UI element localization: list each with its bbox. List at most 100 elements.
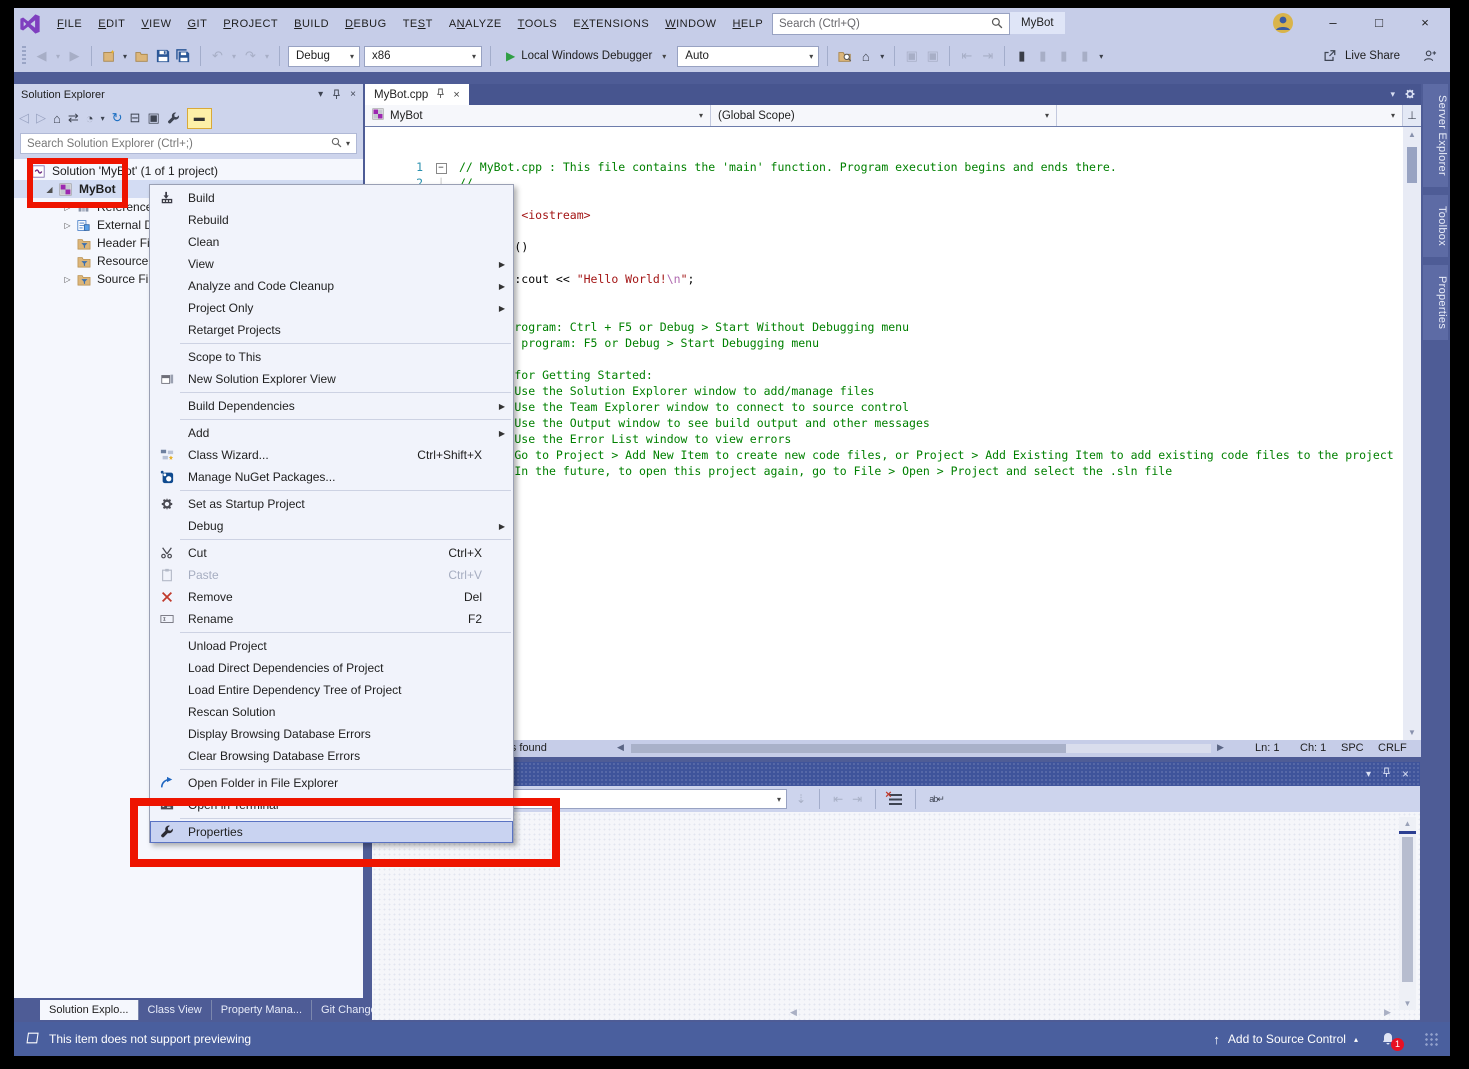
- scroll-up-icon[interactable]: ▲: [1399, 819, 1416, 828]
- context-menu-item-set-as-startup-project[interactable]: Set as Startup Project: [150, 493, 513, 515]
- toolbar-grip[interactable]: [22, 46, 26, 66]
- editor-gear-icon[interactable]: [1404, 88, 1416, 102]
- window-position-dropdown-icon[interactable]: ▾: [1366, 769, 1371, 780]
- refresh-icon[interactable]: ↻: [112, 110, 123, 126]
- minimize-button[interactable]: –: [1310, 8, 1356, 37]
- scroll-left-icon[interactable]: ◀: [617, 742, 624, 753]
- live-share-label[interactable]: Live Share: [1345, 50, 1400, 62]
- start-debugging-button[interactable]: ▶ Local Windows Debugger ▾: [499, 45, 673, 67]
- live-share-icon[interactable]: [1321, 49, 1338, 63]
- notifications-bell-icon[interactable]: 1: [1380, 1031, 1396, 1047]
- context-menu-item-clear-browsing-database-errors[interactable]: Clear Browsing Database Errors: [150, 745, 513, 767]
- menu-window[interactable]: WINDOW: [657, 14, 724, 34]
- toolbar-overflow-icon[interactable]: ▾: [1097, 52, 1105, 61]
- properties-wrench-icon[interactable]: [167, 112, 180, 125]
- forward-icon[interactable]: ▷: [36, 110, 46, 126]
- toggle-bookmark-icon[interactable]: ▮: [1013, 48, 1030, 64]
- solution-name-badge[interactable]: MyBot: [1010, 12, 1065, 34]
- context-menu-item-rebuild[interactable]: Rebuild: [150, 209, 513, 231]
- context-menu-item-rename[interactable]: RenameF2: [150, 608, 513, 630]
- context-menu-item-project-only[interactable]: Project Only▶: [150, 297, 513, 319]
- context-menu-item-rescan-solution[interactable]: Rescan Solution: [150, 701, 513, 723]
- menu-help[interactable]: HELP: [724, 14, 771, 34]
- context-menu-item-cut[interactable]: CutCtrl+X: [150, 542, 513, 564]
- context-menu-item-retarget-projects[interactable]: Retarget Projects: [150, 319, 513, 341]
- new-project-icon[interactable]: [100, 49, 117, 63]
- navigate-backward-icon[interactable]: ◀: [33, 48, 50, 64]
- context-menu-item-remove[interactable]: RemoveDel: [150, 586, 513, 608]
- filter-dropdown-icon[interactable]: ▾: [101, 114, 105, 123]
- tool-tab-properties[interactable]: Properties: [1423, 265, 1448, 340]
- scroll-up-icon[interactable]: ▲: [1403, 130, 1421, 139]
- scroll-right-icon[interactable]: ▶: [1217, 742, 1224, 753]
- context-menu-item-scope-to-this[interactable]: Scope to This: [150, 346, 513, 368]
- context-menu-item-open-folder-in-file-explorer[interactable]: Open Folder in File Explorer: [150, 772, 513, 794]
- menu-project[interactable]: PROJECT: [215, 14, 286, 34]
- context-menu-item-build[interactable]: Build: [150, 187, 513, 209]
- menu-extensions[interactable]: EXTENSIONS: [565, 14, 657, 34]
- scope-dropdown[interactable]: (Global Scope) ▾: [711, 105, 1057, 126]
- menu-git[interactable]: GIT: [179, 14, 215, 34]
- go-to-message-icon[interactable]: ⇣: [796, 792, 806, 806]
- redo-dropdown-icon[interactable]: ▾: [263, 52, 271, 61]
- menu-tools[interactable]: TOOLS: [510, 14, 566, 34]
- show-all-files-toggle[interactable]: ▬: [187, 108, 212, 129]
- word-wrap-icon[interactable]: ab↵: [929, 794, 944, 805]
- editor-horizontal-scrollbar[interactable]: [631, 744, 1211, 753]
- add-to-source-control-button[interactable]: Add to Source Control: [1228, 1032, 1346, 1046]
- solution-explorer-search-input[interactable]: Search Solution Explorer (Ctrl+;) ▾: [20, 133, 357, 154]
- tree-collapsed-arrow-icon[interactable]: ▷: [60, 275, 75, 284]
- pin-icon[interactable]: [1382, 767, 1391, 781]
- resize-grip[interactable]: [1424, 1032, 1438, 1046]
- project-dropdown[interactable]: MyBot ▾: [365, 105, 711, 126]
- save-all-icon[interactable]: [175, 49, 192, 63]
- scrollbar-thumb[interactable]: [1407, 147, 1417, 183]
- context-menu-item-class-wizard[interactable]: Class Wizard...Ctrl+Shift+X: [150, 444, 513, 466]
- window-position-dropdown-icon[interactable]: ▾: [318, 89, 323, 100]
- context-menu-item-load-entire-dependency-tree-of-project[interactable]: Load Entire Dependency Tree of Project: [150, 679, 513, 701]
- context-menu-item-unload-project[interactable]: Unload Project: [150, 635, 513, 657]
- context-menu-item-load-direct-dependencies-of-project[interactable]: Load Direct Dependencies of Project: [150, 657, 513, 679]
- menu-file[interactable]: FILE: [49, 14, 90, 34]
- close-button[interactable]: ×: [1402, 8, 1448, 37]
- close-icon[interactable]: ×: [350, 89, 356, 100]
- home-icon[interactable]: ⌂: [53, 111, 61, 126]
- context-menu-item-clean[interactable]: Clean: [150, 231, 513, 253]
- undo-icon[interactable]: ↶: [209, 48, 226, 64]
- navigate-forward-icon[interactable]: ▶: [66, 48, 83, 64]
- decrease-indent-icon[interactable]: ⇤: [958, 48, 975, 64]
- user-avatar[interactable]: [1272, 12, 1294, 34]
- pending-changes-filter-icon[interactable]: ◔: [86, 111, 94, 126]
- context-menu-item-new-solution-explorer-view[interactable]: New Solution Explorer View: [150, 368, 513, 390]
- member-dropdown[interactable]: ▾: [1057, 105, 1403, 126]
- scroll-right-icon[interactable]: ▶: [1384, 1007, 1391, 1018]
- find-in-files-icon[interactable]: [836, 49, 853, 63]
- menu-analyze[interactable]: ANALYZE: [441, 14, 510, 34]
- context-menu-item-add[interactable]: Add▶: [150, 422, 513, 444]
- close-icon[interactable]: ×: [1402, 767, 1409, 781]
- open-file-icon[interactable]: [133, 49, 150, 63]
- context-menu-item-analyze-and-code-cleanup[interactable]: Analyze and Code Cleanup▶: [150, 275, 513, 297]
- scrollbar-thumb[interactable]: [1402, 837, 1413, 982]
- pin-icon[interactable]: [332, 89, 341, 100]
- pin-icon[interactable]: [436, 88, 445, 102]
- menu-build[interactable]: BUILD: [286, 14, 337, 34]
- copy-item-icon[interactable]: ▣: [924, 48, 941, 64]
- debug-target-combo[interactable]: Auto ▾: [677, 46, 819, 67]
- new-project-dropdown-icon[interactable]: ▾: [121, 52, 129, 61]
- save-icon[interactable]: [154, 49, 171, 63]
- preview-selected-items-icon[interactable]: ▣: [147, 110, 159, 126]
- document-tab-mybot-cpp[interactable]: MyBot.cpp ×: [365, 84, 469, 105]
- expand-icon[interactable]: ▴: [1354, 1035, 1358, 1044]
- scrollbar-thumb[interactable]: [631, 744, 1066, 753]
- context-menu-item-display-browsing-database-errors[interactable]: Display Browsing Database Errors: [150, 723, 513, 745]
- tab-solution-explo[interactable]: Solution Explo...: [40, 1000, 139, 1020]
- menu-debug[interactable]: DEBUG: [337, 14, 395, 34]
- next-message-icon[interactable]: ⇥: [852, 792, 862, 806]
- context-menu-item-build-dependencies[interactable]: Build Dependencies▶: [150, 395, 513, 417]
- collapse-all-icon[interactable]: ⊟: [130, 110, 141, 126]
- copy-parent-icon[interactable]: ▣: [903, 48, 920, 64]
- solution-platforms-combo[interactable]: x86 ▾: [364, 46, 482, 67]
- menu-view[interactable]: VIEW: [133, 14, 179, 34]
- next-bookmark-icon[interactable]: ▮: [1055, 48, 1072, 64]
